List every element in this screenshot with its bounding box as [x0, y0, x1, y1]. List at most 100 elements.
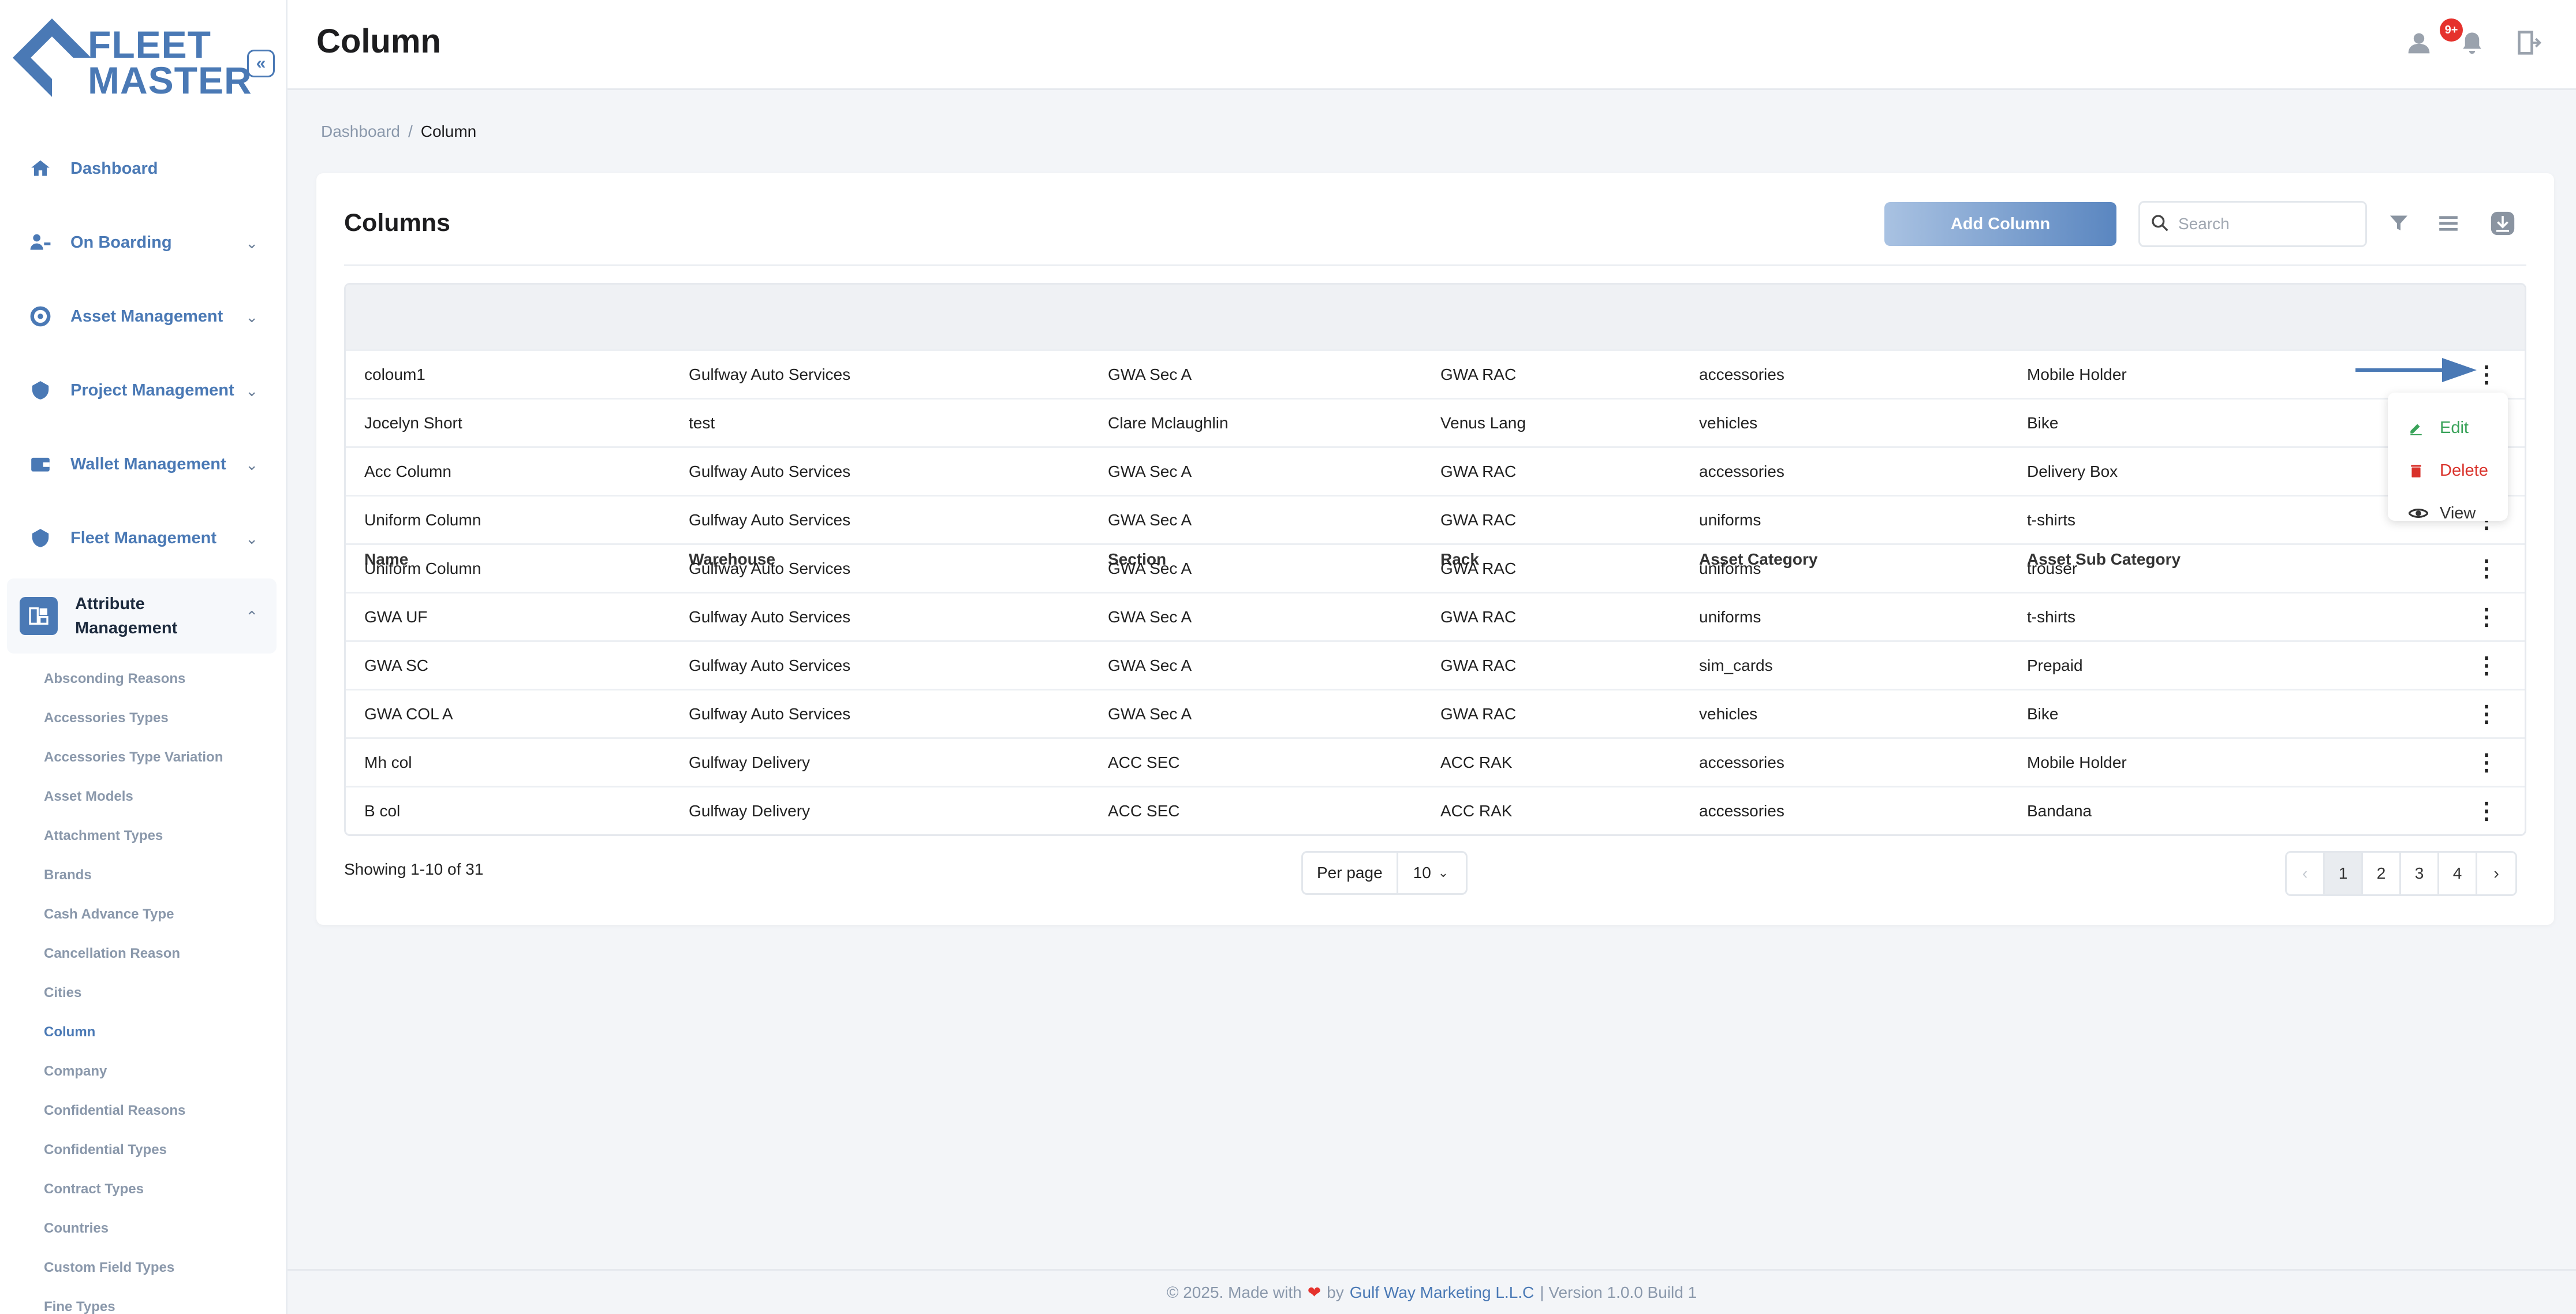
sidebar-item-label: Attribute Management [75, 595, 178, 637]
table-row: Jocelyn Short test Clare Mclaughlin Venus L… [346, 398, 2525, 446]
submenu-item[interactable]: Accessories Types [0, 699, 286, 738]
table-cell: GWA Sec A [1108, 510, 1192, 529]
submenu-item[interactable]: Brands [0, 856, 286, 895]
submenu-item[interactable]: Accessories Type Variation [0, 738, 286, 777]
page-button[interactable]: 2 [2363, 853, 2401, 894]
list-view-icon[interactable] [2433, 208, 2464, 239]
row-actions-kebab-icon[interactable]: ⋮ [2475, 600, 2498, 634]
submenu-item[interactable]: Attachment Types [0, 816, 286, 856]
row-actions-kebab-icon[interactable]: ⋮ [2475, 551, 2498, 586]
sidebar-item-project-management[interactable]: Project Management ⌄ [0, 353, 286, 427]
logout-icon[interactable] [2511, 25, 2546, 60]
submenu-item[interactable]: Cancellation Reason [0, 934, 286, 973]
user-icon[interactable] [2402, 25, 2436, 60]
sidebar-item-dashboard[interactable]: Dashboard [0, 132, 286, 206]
table-cell: GWA Sec A [1108, 704, 1192, 723]
notification-badge: 9+ [2440, 18, 2463, 42]
table-row: Uniform Column Gulfway Auto Services GWA S… [346, 543, 2525, 592]
table-cell: trouser [2027, 559, 2078, 577]
delete-menu-item[interactable]: Delete [2409, 456, 2488, 485]
fleet-master-logo[interactable]: FLEET MASTER [13, 18, 252, 105]
chevron-down-icon: ⌄ [245, 234, 258, 252]
table-row: Mh col Gulfway Delivery ACC SEC ACC RAK acce… [346, 737, 2525, 786]
sidebar-item-wallet-management[interactable]: Wallet Management ⌄ [0, 427, 286, 501]
table-cell: Bike [2027, 413, 2059, 432]
page-button[interactable]: 4 [2439, 853, 2477, 894]
top-header: Column 9+ [288, 0, 2576, 90]
page-button[interactable]: 1 [2325, 853, 2363, 894]
sidebar-item-on-boarding[interactable]: On Boarding ⌄ [0, 206, 286, 279]
table-cell: t-shirts [2027, 607, 2075, 626]
table-cell: GWA Sec A [1108, 365, 1192, 383]
sidebar-item-asset-management[interactable]: Asset Management ⌄ [0, 279, 286, 353]
search-box[interactable] [2138, 201, 2367, 247]
table-cell: Jocelyn Short [364, 413, 462, 432]
fleet-icon [28, 525, 53, 551]
table-cell: GWA SC [364, 656, 428, 674]
table-cell: GWA RAC [1440, 704, 1517, 723]
table-cell: Gulfway Auto Services [689, 656, 851, 674]
attribute-icon [20, 597, 58, 635]
collapse-sidebar-button[interactable]: « [247, 50, 275, 77]
table-cell: sim_cards [1699, 656, 1773, 674]
chevron-down-icon: ⌄ [245, 382, 258, 400]
table-cell: GWA Sec A [1108, 656, 1192, 674]
submenu-item[interactable]: Company [0, 1052, 286, 1091]
next-page-button[interactable]: › [2477, 853, 2515, 894]
row-actions-kebab-icon[interactable]: ⋮ [2475, 745, 2498, 780]
table-cell: GWA RAC [1440, 607, 1517, 626]
breadcrumb-current: Column [420, 122, 477, 140]
table-cell: Gulfway Auto Services [689, 510, 851, 529]
view-menu-item[interactable]: View [2409, 499, 2476, 528]
page-button[interactable]: 3 [2401, 853, 2439, 894]
per-page-value[interactable]: 10 [1398, 864, 1431, 882]
table-cell: Mh col [364, 753, 412, 771]
submenu-item[interactable]: Cities [0, 973, 286, 1013]
footer-company-link[interactable]: Gulf Way Marketing L.L.C [1350, 1283, 1535, 1302]
heart-icon: ❤ [1307, 1283, 1321, 1301]
table-cell: Clare Mclaughlin [1108, 413, 1229, 432]
submenu-item[interactable]: Custom Field Types [0, 1248, 286, 1287]
submenu-item[interactable]: Confidential Types [0, 1130, 286, 1170]
table-row: B col Gulfway Delivery ACC SEC ACC RAK acces… [346, 786, 2525, 834]
submenu-item-active[interactable]: Column [0, 1013, 286, 1052]
submenu-item[interactable]: Cash Advance Type [0, 895, 286, 934]
submenu-item[interactable]: Contract Types [0, 1170, 286, 1209]
table-cell: accessories [1699, 462, 1784, 480]
row-actions-kebab-icon[interactable]: ⋮ [2475, 697, 2498, 731]
columns-card: Columns Add Column Name Warehouse Sectio… [316, 173, 2554, 925]
page-footer: © 2025. Made with ❤ by Gulf Way Marketin… [288, 1269, 2576, 1314]
table-cell: GWA UF [364, 607, 428, 626]
row-actions-kebab-icon[interactable]: ⋮ [2475, 794, 2498, 828]
filter-icon[interactable] [2383, 208, 2414, 239]
submenu-item[interactable]: Asset Models [0, 777, 286, 816]
prev-page-button[interactable]: ‹ [2287, 853, 2325, 894]
table-cell: accessories [1699, 753, 1784, 771]
table-cell: GWA Sec A [1108, 559, 1192, 577]
breadcrumb-link-dashboard[interactable]: Dashboard [321, 122, 400, 140]
card-title: Columns [344, 209, 450, 237]
submenu-item[interactable]: Confidential Reasons [0, 1091, 286, 1130]
sidebar-item-attribute-management[interactable]: Attribute Management ⌃ [7, 578, 277, 654]
row-actions-kebab-icon[interactable]: ⋮ [2475, 357, 2498, 392]
search-input[interactable] [2178, 215, 2363, 233]
submenu-item[interactable]: Absconding Reasons [0, 659, 286, 699]
sidebar-item-fleet-management[interactable]: Fleet Management ⌄ [0, 501, 286, 575]
edit-label: Edit [2440, 418, 2469, 437]
table-cell: Gulfway Auto Services [689, 559, 851, 577]
onboarding-icon [28, 230, 53, 255]
submenu-item[interactable]: Countries [0, 1209, 286, 1248]
download-icon[interactable] [2487, 208, 2518, 239]
table-cell: GWA RAC [1440, 365, 1517, 383]
per-page-select[interactable]: Per page 10 ⌄ [1301, 851, 1468, 895]
table-cell: Mobile Holder [2027, 365, 2127, 383]
edit-menu-item[interactable]: Edit [2409, 413, 2469, 442]
table-cell: uniforms [1699, 559, 1761, 577]
table-cell: vehicles [1699, 704, 1758, 723]
submenu-item[interactable]: Fine Types [0, 1287, 286, 1314]
sidebar-item-label: On Boarding [70, 233, 172, 252]
chevron-down-icon: ⌄ [245, 530, 258, 547]
columns-table: Name Warehouse Section Rack Asset Catego… [344, 283, 2526, 836]
add-column-button[interactable]: Add Column [1884, 202, 2116, 246]
row-actions-kebab-icon[interactable]: ⋮ [2475, 648, 2498, 683]
